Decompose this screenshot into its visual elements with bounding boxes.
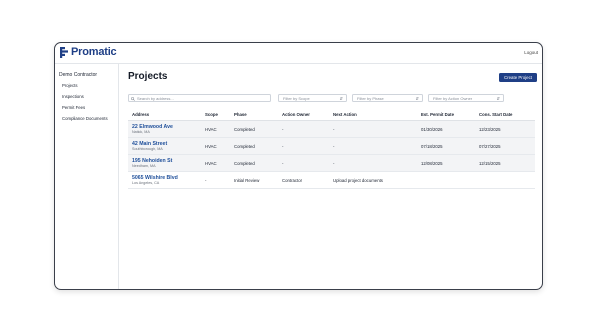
phase-filter-select[interactable]: Filter by Phase ⇵ (352, 94, 423, 102)
phase-filter-label: Filter by Phase (357, 96, 384, 102)
address-link[interactable]: 195 Nehoiden St (132, 158, 172, 164)
action-owner-cell: - (282, 143, 284, 149)
permit-date-cell: 07/18/2025 (421, 143, 443, 149)
brand-name: Promatic (71, 46, 117, 58)
sidebar-item-projects[interactable]: Projects (62, 83, 78, 88)
scope-cell: HVAC (205, 126, 217, 132)
column-header-phase[interactable]: Phase (234, 112, 247, 117)
scope-filter-label: Filter by Scope (283, 96, 310, 102)
start-date-cell: 12/23/2025 (479, 126, 501, 132)
column-header-address[interactable]: Address (132, 112, 149, 117)
select-arrows-icon: ⇵ (496, 95, 500, 101)
column-header-est-permit-date[interactable]: Est. Permit Date (421, 112, 454, 117)
table-row[interactable]: 195 Nehoiden St Needham, MA HVAC Complet… (128, 155, 535, 172)
permit-date-cell: 01/30/2026 (421, 126, 443, 132)
promatic-logo-icon (60, 46, 68, 58)
page-title: Projects (128, 71, 168, 82)
permit-date-cell: 12/08/2025 (421, 160, 443, 166)
select-arrows-icon: ⇵ (339, 95, 343, 101)
scope-cell: HVAC (205, 143, 217, 149)
sidebar-item-compliance-documents[interactable]: Compliance Documents (62, 116, 108, 121)
logout-link[interactable]: Logout (524, 50, 538, 55)
table-row[interactable]: 22 Elmwood Ave Natick, MA HVAC Completed… (128, 121, 535, 138)
sidebar: Demo Contractor Projects Inspections Per… (55, 64, 119, 289)
app-window: Promatic Logout Demo Contractor Projects… (54, 42, 543, 290)
top-bar: Promatic Logout (55, 43, 542, 64)
next-action-cell: Upload project documents (333, 177, 383, 183)
org-name: Demo Contractor (59, 72, 98, 78)
next-action-cell: - (333, 160, 335, 166)
table-row[interactable]: 42 Main Street Southborough, MA HVAC Com… (128, 138, 535, 155)
main-content: Projects Create Project Search by addres… (119, 64, 542, 289)
phase-cell: Completed (234, 160, 255, 166)
action-owner-cell: - (282, 126, 284, 132)
search-icon (131, 96, 135, 101)
next-action-cell: - (333, 126, 335, 132)
address-city: Needham, MA (132, 164, 156, 169)
address-link[interactable]: 22 Elmwood Ave (132, 124, 173, 130)
address-city: Natick, MA (132, 130, 150, 135)
start-date-cell: 12/15/2025 (479, 160, 501, 166)
sidebar-item-inspections[interactable]: Inspections (62, 94, 84, 99)
column-header-scope[interactable]: Scope (205, 112, 218, 117)
action-owner-filter-select[interactable]: Filter by Action Owner ⇵ (428, 94, 504, 102)
table-row[interactable]: 5065 Wilshire Blvd Los Angeles, CA - Ini… (128, 172, 535, 189)
column-header-action-owner[interactable]: Action Owner (282, 112, 310, 117)
action-owner-filter-label: Filter by Action Owner (433, 96, 473, 102)
phase-cell: Completed (234, 126, 255, 132)
column-header-cons-start-date[interactable]: Cons. Start Date (479, 112, 512, 117)
address-link[interactable]: 42 Main Street (132, 141, 167, 147)
scope-cell: HVAC (205, 160, 217, 166)
scope-cell: - (205, 177, 207, 183)
next-action-cell: - (333, 143, 335, 149)
action-owner-cell: Contractor (282, 177, 303, 183)
address-city: Southborough, MA (132, 147, 163, 152)
phase-cell: Initial Review (234, 177, 260, 183)
brand-logo[interactable]: Promatic (60, 46, 117, 58)
address-link[interactable]: 5065 Wilshire Blvd (132, 175, 178, 181)
sidebar-item-permit-fees[interactable]: Permit Fees (62, 105, 85, 110)
select-arrows-icon: ⇵ (415, 95, 419, 101)
projects-table: Address Scope Phase Action Owner Next Ac… (128, 111, 535, 189)
search-placeholder: Search by address... (137, 96, 174, 102)
phase-cell: Completed (234, 143, 255, 149)
create-project-button[interactable]: Create Project (499, 73, 537, 82)
table-header: Address Scope Phase Action Owner Next Ac… (128, 111, 535, 121)
start-date-cell: 07/27/2025 (479, 143, 501, 149)
action-owner-cell: - (282, 160, 284, 166)
column-header-next-action[interactable]: Next Action (333, 112, 357, 117)
address-city: Los Angeles, CA (132, 181, 160, 186)
scope-filter-select[interactable]: Filter by Scope ⇵ (278, 94, 347, 102)
search-input[interactable]: Search by address... (128, 94, 271, 102)
